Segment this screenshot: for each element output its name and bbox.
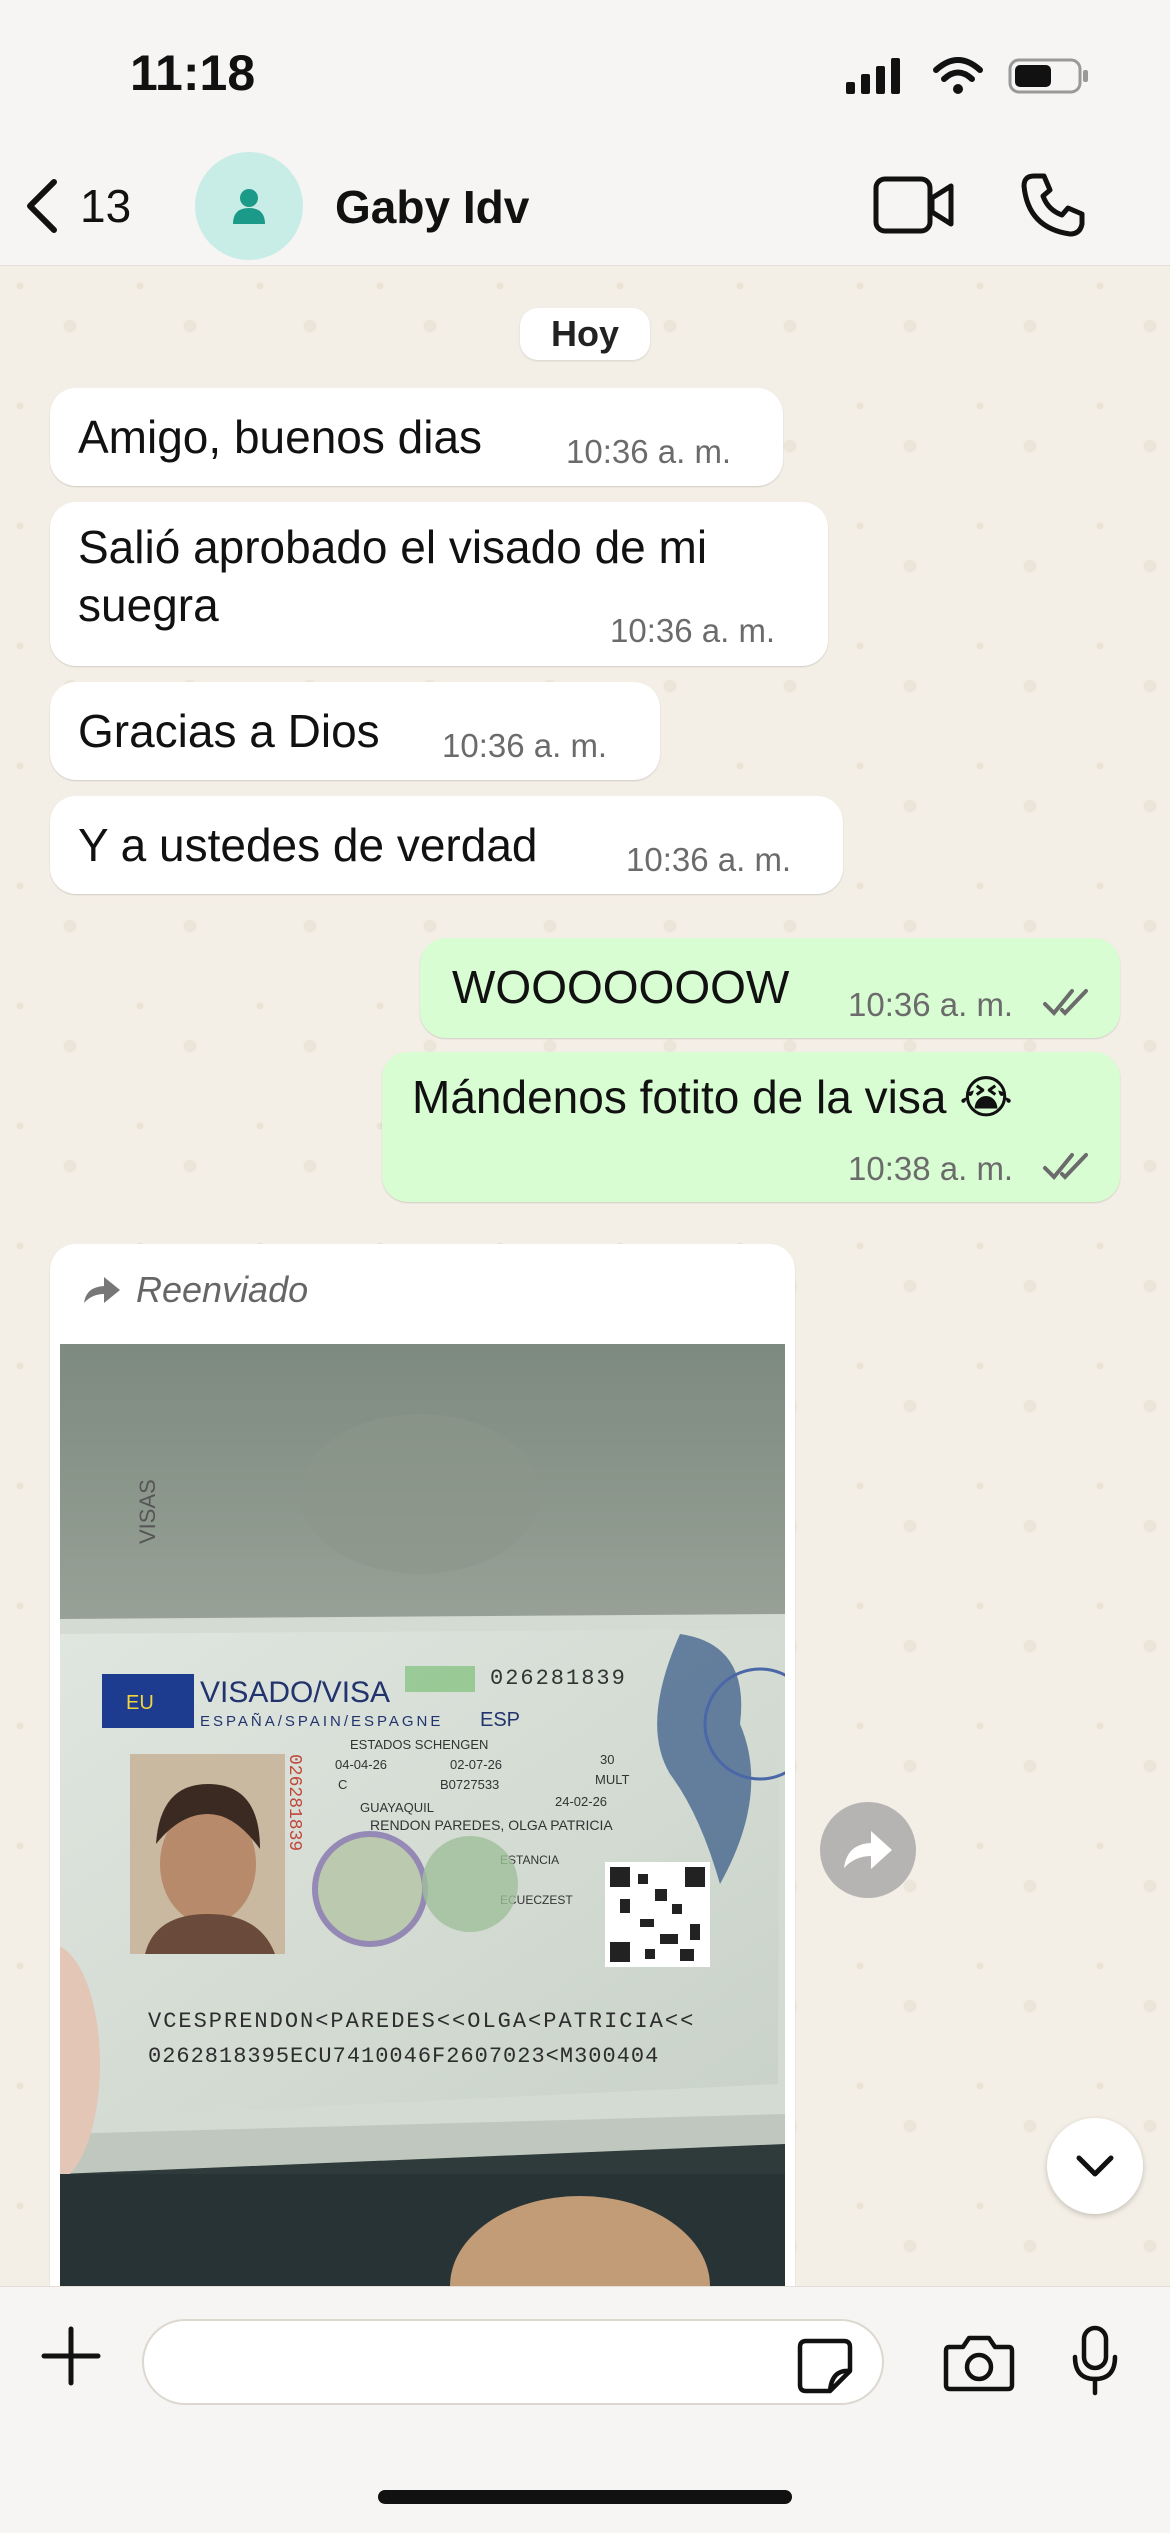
message-time: 10:36 a. m. xyxy=(566,433,732,470)
avatar[interactable] xyxy=(195,152,303,260)
wifi-icon xyxy=(933,57,983,94)
status-time: 11:18 xyxy=(130,45,256,101)
camera-button[interactable] xyxy=(943,2333,1015,2398)
message-bubble-outgoing[interactable]: WOOOOOOOW 10:36 a. m. xyxy=(420,938,1120,1038)
svg-text:02-07-26: 02-07-26 xyxy=(450,1757,502,1772)
svg-text:ESPAÑA/SPAIN/ESPAGNE: ESPAÑA/SPAIN/ESPAGNE xyxy=(200,1713,443,1730)
message-text: Y a ustedes de verdad xyxy=(78,819,538,871)
svg-text:C: C xyxy=(338,1777,347,1792)
phone-icon xyxy=(1021,173,1085,237)
message-text: WOOOOOOOW xyxy=(452,961,790,1013)
forward-share-button[interactable] xyxy=(820,1802,916,1898)
plus-icon xyxy=(41,2326,101,2386)
message-time: 10:38 a. m. xyxy=(848,1150,1014,1187)
svg-text:0262818395ECU7410046F2607023<M: 0262818395ECU7410046F2607023<M300404 xyxy=(148,2044,659,2069)
status-icons xyxy=(844,56,1090,96)
message-bubble-incoming[interactable]: Gracias a Dios 10:36 a. m. xyxy=(50,682,660,780)
svg-text:ESP: ESP xyxy=(480,1709,520,1731)
svg-text:B0727533: B0727533 xyxy=(440,1777,499,1792)
message-text: Gracias a Dios xyxy=(78,705,380,757)
attach-button[interactable] xyxy=(38,2323,104,2394)
svg-text:24-02-26: 24-02-26 xyxy=(555,1794,607,1809)
date-chip: Hoy xyxy=(520,308,650,360)
message-time: 10:36 a. m. xyxy=(442,727,608,764)
svg-text:RENDON PAREDES, OLGA PATRICIA: RENDON PAREDES, OLGA PATRICIA xyxy=(370,1817,613,1833)
message-bubble-incoming[interactable]: Salió aprobado el visado de mi suegra 10… xyxy=(50,502,828,666)
message-text: Amigo, buenos dias xyxy=(78,411,483,463)
home-indicator[interactable] xyxy=(378,2490,792,2504)
message-time: 10:36 a. m. xyxy=(848,986,1014,1023)
forwarded-label-text: Reenviado xyxy=(136,1269,309,1310)
svg-text:ESTADOS SCHENGEN: ESTADOS SCHENGEN xyxy=(350,1737,488,1752)
sticker-button[interactable] xyxy=(796,2337,854,2400)
scroll-to-bottom-button[interactable] xyxy=(1047,2118,1143,2214)
read-ticks-icon xyxy=(1043,989,1088,1016)
signal-icon xyxy=(846,58,900,94)
forwarded-label: Reenviado xyxy=(82,1269,308,1311)
chat-header: 13 Gaby Idv xyxy=(0,150,1170,266)
person-icon xyxy=(233,189,265,224)
message-bubble-incoming[interactable]: Y a ustedes de verdad 10:36 a. m. xyxy=(50,796,843,894)
sticker-icon xyxy=(797,2338,853,2394)
message-time: 10:36 a. m. xyxy=(610,612,776,649)
chevron-down-icon xyxy=(1076,2155,1114,2177)
message-text: Mándenos fotito de la visa 😭 xyxy=(412,1071,1013,1123)
svg-text:04-04-26: 04-04-26 xyxy=(335,1757,387,1772)
svg-text:EU: EU xyxy=(126,1692,154,1714)
message-time: 10:36 a. m. xyxy=(626,841,792,878)
message-bubble-outgoing[interactable]: Mándenos fotito de la visa 😭 10:38 a. m. xyxy=(382,1052,1120,1202)
read-ticks-icon xyxy=(1043,1153,1088,1180)
svg-text:MULT: MULT xyxy=(595,1772,629,1787)
message-bubble-incoming[interactable]: Amigo, buenos dias 10:36 a. m. xyxy=(50,388,783,486)
back-button[interactable]: 13 xyxy=(22,176,131,236)
unread-count: 13 xyxy=(80,180,132,232)
chat-area[interactable]: Hoy Amigo, buenos dias 10:36 a. m. Salió… xyxy=(0,266,1170,2286)
svg-text:VCESPRENDON<PAREDES<<OLGA<PATR: VCESPRENDON<PAREDES<<OLGA<PATRICIA<< xyxy=(148,2009,695,2034)
visa-photo[interactable]: VISAS EU VISADO/VISA ESPAÑA/SPAIN/ESPAGN… xyxy=(60,1344,785,2286)
svg-text:VISADO/VISA: VISADO/VISA xyxy=(200,1676,390,1709)
video-call-button[interactable] xyxy=(873,174,955,241)
message-input[interactable] xyxy=(142,2319,884,2405)
video-camera-icon xyxy=(873,176,954,234)
microphone-icon xyxy=(1072,2325,1118,2396)
forward-arrow-icon xyxy=(844,1831,892,1869)
svg-text:GUAYAQUIL: GUAYAQUIL xyxy=(360,1800,434,1815)
status-bar: 11:18 xyxy=(0,0,1170,150)
svg-text:026281839: 026281839 xyxy=(490,1666,627,1691)
voice-call-button[interactable] xyxy=(1020,172,1086,243)
forward-arrow-icon xyxy=(84,1277,120,1303)
battery-icon xyxy=(1008,58,1088,94)
camera-icon xyxy=(943,2335,1015,2392)
svg-text:30: 30 xyxy=(600,1752,614,1767)
visa-photo-image: VISAS EU VISADO/VISA ESPAÑA/SPAIN/ESPAGN… xyxy=(60,1344,785,2286)
chevron-left-icon xyxy=(27,179,57,233)
microphone-button[interactable] xyxy=(1070,2325,1120,2402)
svg-text:VISAS: VISAS xyxy=(135,1479,160,1544)
svg-text:026281839: 026281839 xyxy=(284,1754,304,1851)
contact-name[interactable]: Gaby Idv xyxy=(335,180,529,234)
